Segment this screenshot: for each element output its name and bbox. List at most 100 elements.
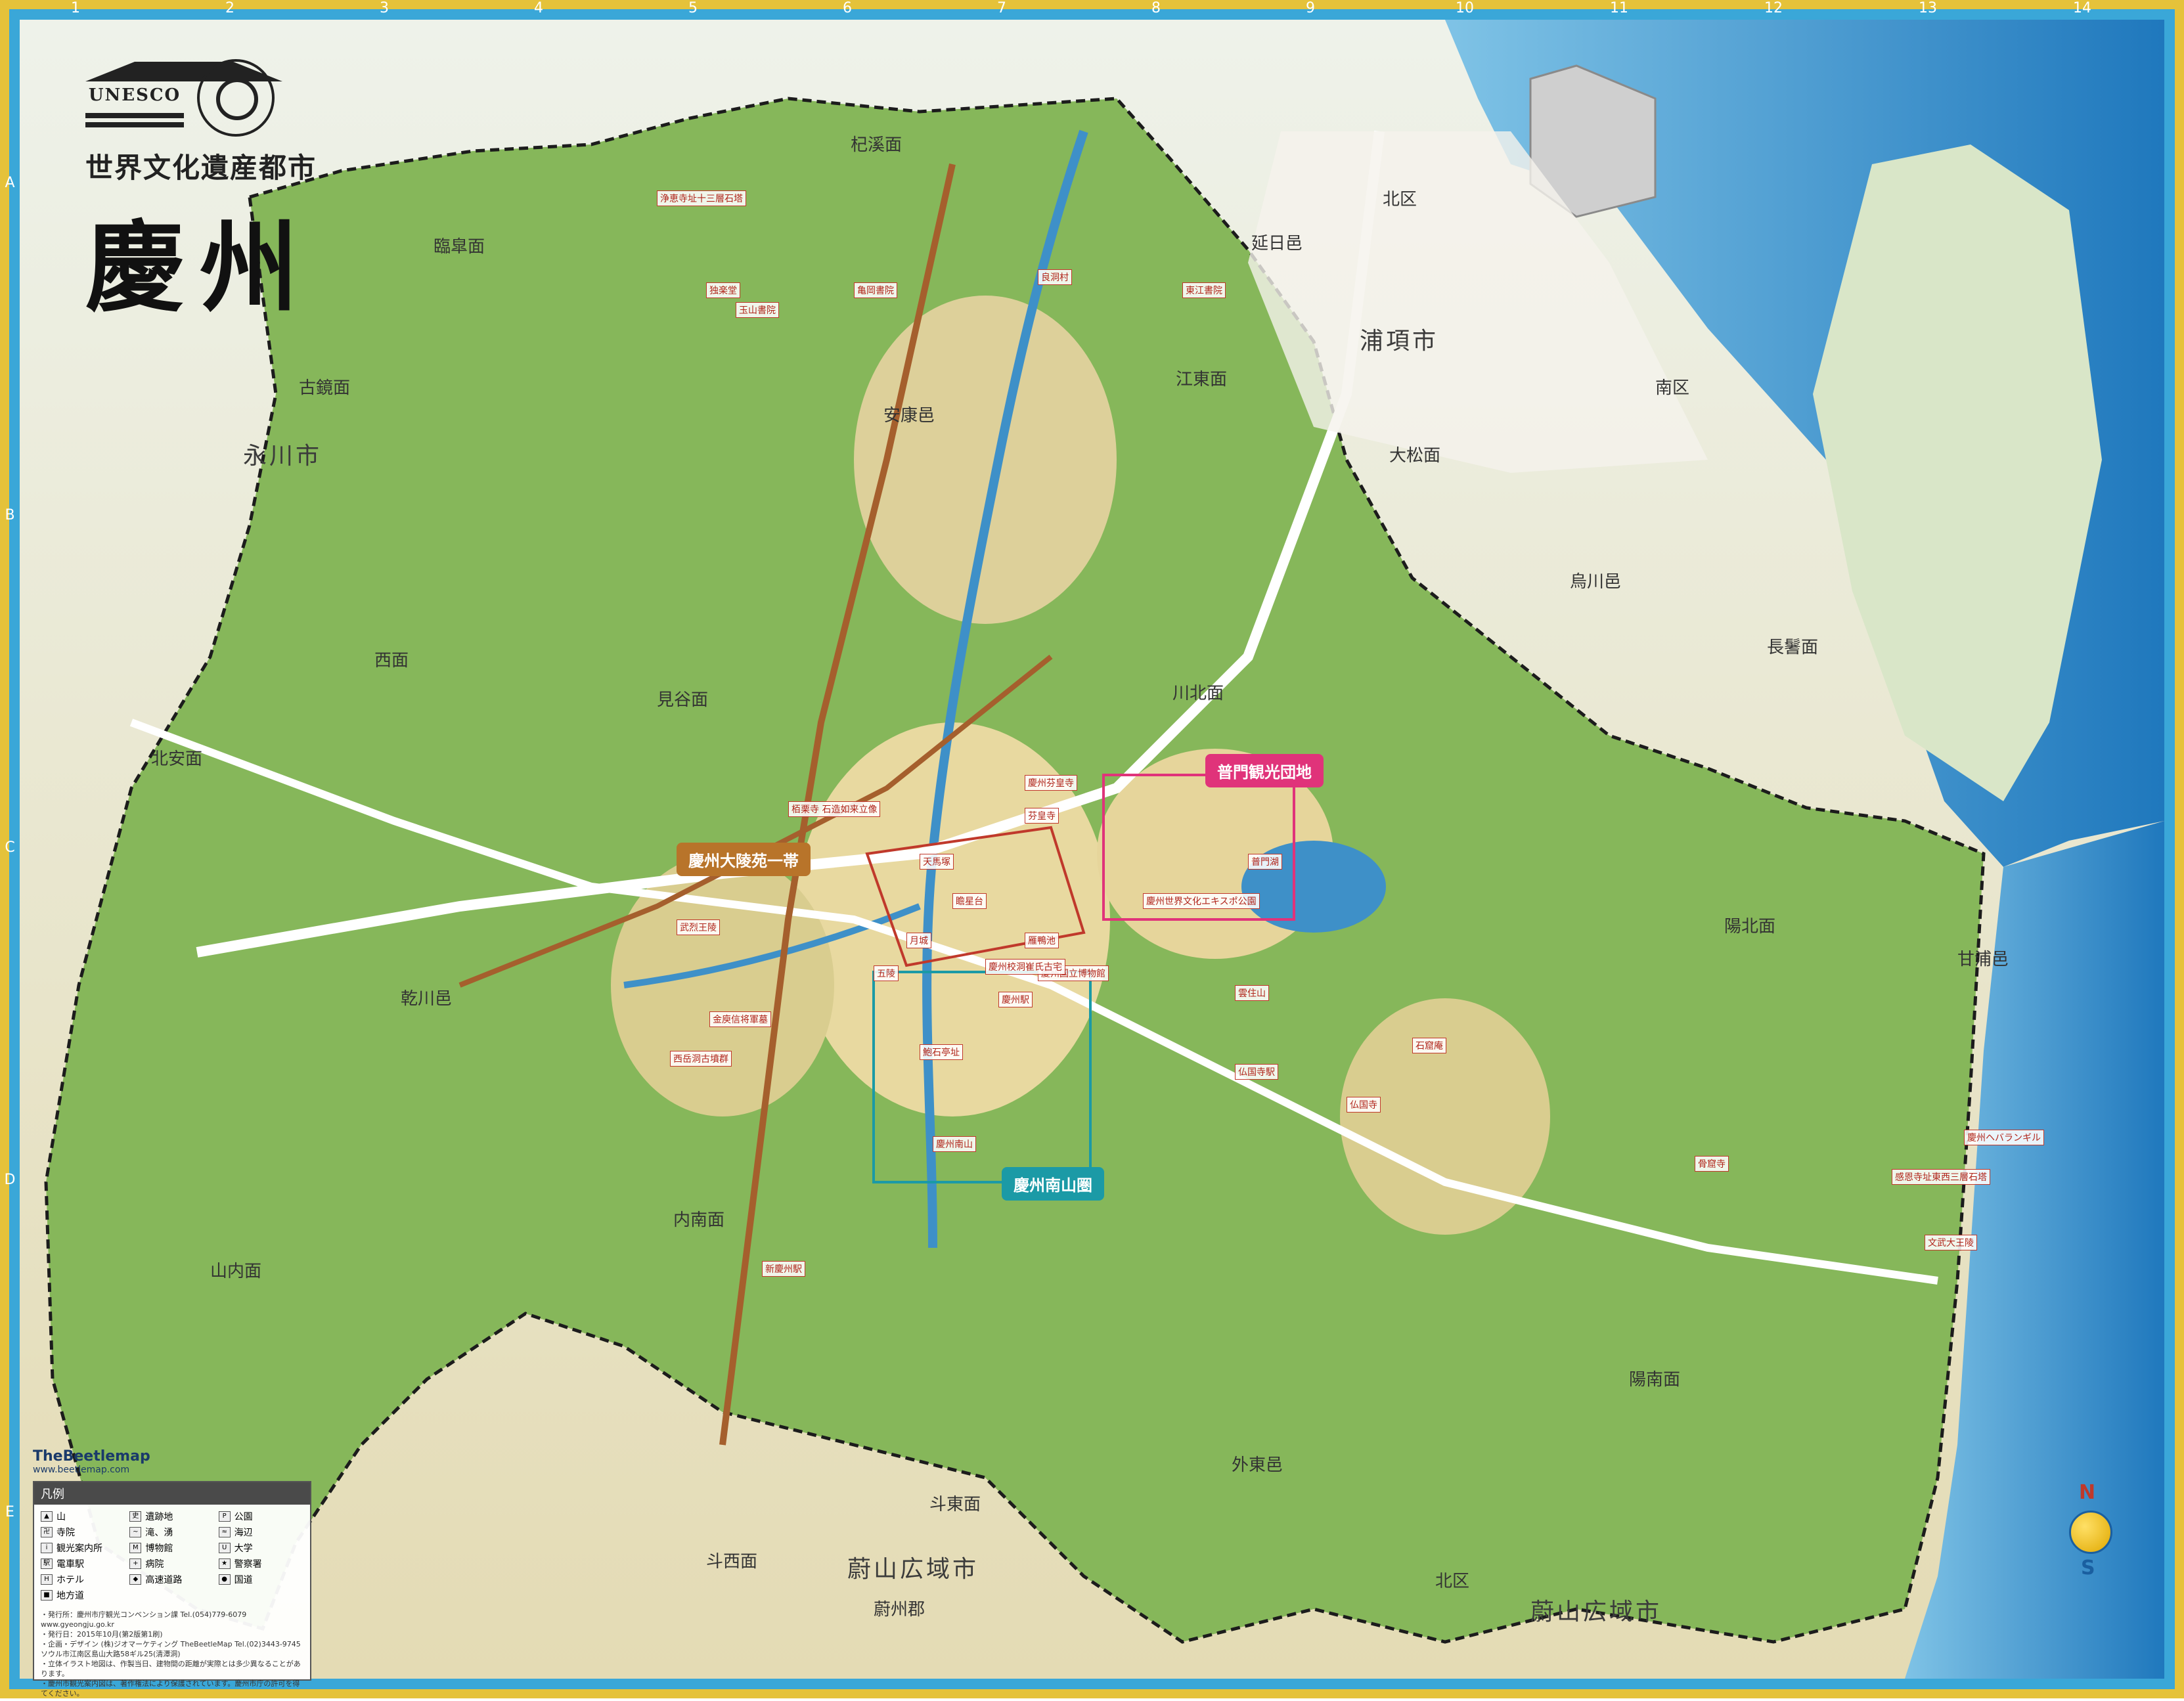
site-label[interactable]: 慶州校洞崔氏古宅 — [985, 959, 1065, 975]
site-label[interactable]: 瞻星台 — [952, 893, 987, 909]
district-label: 長鬐面 — [1767, 638, 1819, 657]
legend-item: ★ 警察署 — [218, 1557, 303, 1570]
mountain-icon: ▲ — [41, 1511, 53, 1522]
district-label: 外東邑 — [1232, 1455, 1283, 1475]
beach-icon: ≈ — [218, 1527, 231, 1537]
legend-item: U 大学 — [218, 1541, 303, 1555]
site-label[interactable]: 浄恵寺址十三層石塔 — [657, 190, 746, 206]
legend-items: ▲ 山 史遺跡地 P 公園 卍寺院 ~ 滝、湧 ≈ 海辺 i 観光案内所 M 博物館 U 大学… — [34, 1505, 310, 1607]
map-title: 慶州 — [85, 210, 315, 326]
grid-col-14: 14 — [2073, 0, 2091, 16]
site-label[interactable]: 感恩寺址東西三層石塔 — [1892, 1169, 1990, 1185]
site-label[interactable]: 東江書院 — [1182, 282, 1226, 298]
waterfall-icon: ~ — [129, 1527, 142, 1537]
hospital-icon: + — [129, 1558, 142, 1569]
bomun-tourist-complex-badge[interactable]: 普門観光団地 — [1205, 754, 1324, 787]
site-label[interactable]: 五陵 — [874, 965, 899, 981]
district-label: 杞溪面 — [851, 135, 903, 155]
legend-item: + 病院 — [129, 1557, 214, 1570]
district-label: 南区 — [1655, 378, 1690, 398]
site-label[interactable]: 栢栗寺 石造如来立像 — [788, 801, 881, 817]
city-label-ulsan-east: 蔚山広域市 — [1530, 1599, 1662, 1625]
site-label[interactable]: 金庾信将軍墓 — [709, 1011, 771, 1027]
district-label: 乾川邑 — [401, 989, 453, 1009]
unesco-logo: UNESCO — [85, 59, 317, 137]
site-label[interactable]: 仏国寺 — [1347, 1097, 1381, 1113]
district-label: 甘浦邑 — [1957, 950, 2009, 969]
site-label[interactable]: 玉山書院 — [736, 302, 779, 318]
namsan-area-badge[interactable]: 慶州南山圏 — [1002, 1167, 1104, 1201]
district-label: 安康邑 — [883, 406, 935, 426]
daereungwon-area-badge[interactable]: 慶州大陵苑一帯 — [677, 843, 811, 876]
site-label[interactable]: 骨窟寺 — [1695, 1156, 1729, 1172]
site-label[interactable]: 普門湖 — [1248, 854, 1282, 870]
grid-col-1: 1 — [71, 0, 80, 16]
legend-item: ▲ 山 — [41, 1510, 125, 1523]
site-label[interactable]: 慶州芬皇寺 — [1025, 775, 1077, 791]
site-label[interactable]: 慶州ヘバランギル — [1964, 1130, 2044, 1145]
local-road-icon: ■ — [41, 1590, 53, 1601]
grid-row-c: C — [5, 839, 15, 856]
district-label: 蔚州郡 — [874, 1600, 925, 1620]
site-label[interactable]: 西岳洞古墳群 — [670, 1051, 732, 1067]
site-label[interactable]: 武烈王陵 — [677, 919, 720, 935]
grid-col-12: 12 — [1764, 0, 1783, 16]
district-label: 陽南面 — [1629, 1370, 1681, 1390]
district-label: 西面 — [374, 651, 409, 671]
district-label: 山内面 — [210, 1262, 262, 1281]
park-icon: P — [218, 1511, 231, 1522]
grid-col-5: 5 — [688, 0, 698, 16]
site-label[interactable]: 文武大王陵 — [1925, 1235, 1977, 1250]
site-label[interactable]: 石窟庵 — [1412, 1038, 1446, 1053]
site-label[interactable]: 雲住山 — [1235, 985, 1269, 1001]
compass-rose: N S — [2062, 1481, 2115, 1586]
site-label[interactable]: 鮑石亭址 — [920, 1044, 963, 1060]
national-road-icon: ● — [218, 1574, 231, 1585]
grid-col-8: 8 — [1151, 0, 1161, 16]
site-label[interactable]: 天馬塚 — [920, 854, 954, 870]
compass-north: N — [2079, 1481, 2096, 1504]
site-label[interactable]: 独楽堂 — [706, 282, 740, 298]
legend-item: ~ 滝、湧 — [129, 1526, 214, 1539]
expressway-icon: ◆ — [129, 1574, 142, 1585]
legend-item: ■ 地方道 — [41, 1589, 125, 1602]
grid-col-11: 11 — [1610, 0, 1628, 16]
district-label: 斗東面 — [929, 1495, 981, 1514]
legend-item: 卍寺院 — [41, 1526, 125, 1539]
legend-item: i 観光案内所 — [41, 1541, 125, 1555]
train-station-icon: 駅 — [41, 1558, 53, 1569]
north-valley — [854, 296, 1117, 624]
site-label[interactable]: 雁鴨池 — [1025, 933, 1059, 948]
legend-item: ● 国道 — [218, 1573, 303, 1586]
legend-item: ≈ 海辺 — [218, 1526, 303, 1539]
historic-site-icon: 史 — [129, 1511, 142, 1522]
site-label[interactable]: 仏国寺駅 — [1235, 1064, 1278, 1080]
grid-col-10: 10 — [1456, 0, 1474, 16]
site-label[interactable]: 慶州駅 — [998, 992, 1033, 1007]
city-label-pohang: 浦項市 — [1360, 328, 1439, 355]
grid-col-2: 2 — [225, 0, 234, 16]
legend-item: 史遺跡地 — [129, 1510, 214, 1523]
grid-col-3: 3 — [380, 0, 389, 16]
site-label[interactable]: 慶州南山 — [933, 1136, 976, 1152]
site-label[interactable]: 慶州世界文化エキスポ公園 — [1143, 893, 1260, 909]
museum-icon: M — [129, 1543, 142, 1553]
grid-col-6: 6 — [843, 0, 852, 16]
district-label: 内南面 — [673, 1210, 725, 1230]
grid-row-e: E — [5, 1504, 14, 1520]
unesco-wordmark: UNESCO — [88, 85, 181, 105]
legend-notes: ・発行所：慶州市庁観光コンベンション課 Tel.(054)779-6079 ww… — [41, 1610, 301, 1698]
legend-item: H ホテル — [41, 1573, 125, 1586]
site-label[interactable]: 良洞村 — [1038, 269, 1072, 285]
site-label[interactable]: 芬皇寺 — [1025, 808, 1059, 824]
compass-south: S — [2081, 1557, 2095, 1580]
site-label[interactable]: 新慶州駅 — [762, 1261, 805, 1277]
legend-item: 駅電車駅 — [41, 1557, 125, 1570]
city-label-yeongcheon: 永川市 — [243, 443, 323, 470]
grid-row-a: A — [5, 175, 15, 191]
legend-item: M 博物館 — [129, 1541, 214, 1555]
district-label: 北区 — [1435, 1572, 1470, 1591]
site-label[interactable]: 亀岡書院 — [854, 282, 897, 298]
site-label[interactable]: 月城 — [906, 933, 931, 948]
district-label: 臨皐面 — [434, 237, 485, 257]
